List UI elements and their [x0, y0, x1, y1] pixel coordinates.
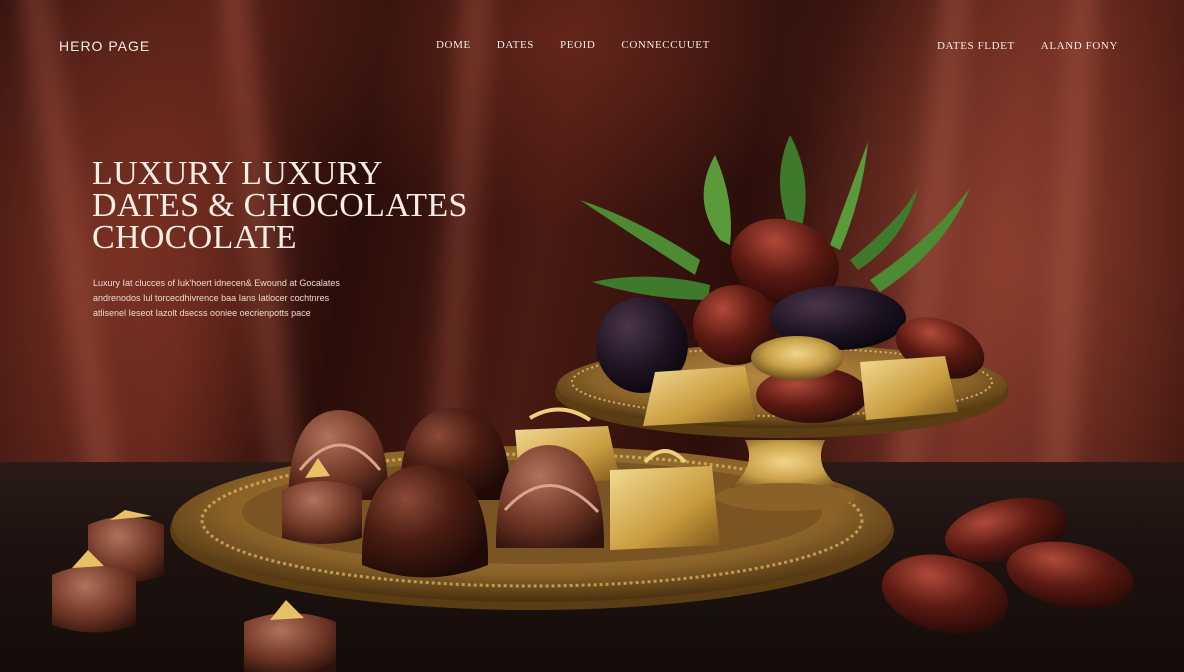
secondary-menu: DATES FLDET ALAND FONY: [937, 40, 1118, 52]
nav-link-secondary-2[interactable]: ALAND FONY: [1041, 40, 1118, 52]
hero-description: Luxury Iat clucces of Iuk'hoert idnecen&…: [93, 276, 453, 321]
nav-link-contact[interactable]: CONNECCUUET: [621, 39, 710, 51]
hero-description-line: Luxury Iat clucces of Iuk'hoert idnecen&…: [93, 278, 340, 288]
dates-and-chocolates-illustration: [52, 135, 1134, 672]
nav-link-products[interactable]: PEOID: [560, 39, 595, 51]
hero-description-line: atlisenel Ieseot Iazolt dsecss ooniee oe…: [93, 308, 311, 318]
hero-title: LUXURY LUXURY DATES & CHOCOLATES CHOCOLA…: [92, 155, 468, 256]
nav-link-home[interactable]: DOME: [436, 39, 471, 51]
nav-link-secondary-1[interactable]: DATES FLDET: [937, 40, 1015, 52]
main-menu: DOME DATES PEOID CONNECCUUET: [436, 39, 710, 51]
nav-link-dates[interactable]: DATES: [497, 39, 534, 51]
hero-title-line: LUXURY LUXURY: [92, 155, 383, 192]
brand-logo[interactable]: HERO PAGE: [59, 38, 150, 54]
hero-title-line: DATES & CHOCOLATES: [92, 187, 468, 224]
table-dates: [881, 497, 1134, 634]
hero-title-line: CHOCOLATE: [92, 219, 297, 256]
top-navigation: HERO PAGE DOME DATES PEOID CONNECCUUET D…: [0, 34, 1184, 58]
hero-description-line: andrenodos Iul torcecdhivrence baa Ians …: [93, 293, 330, 303]
